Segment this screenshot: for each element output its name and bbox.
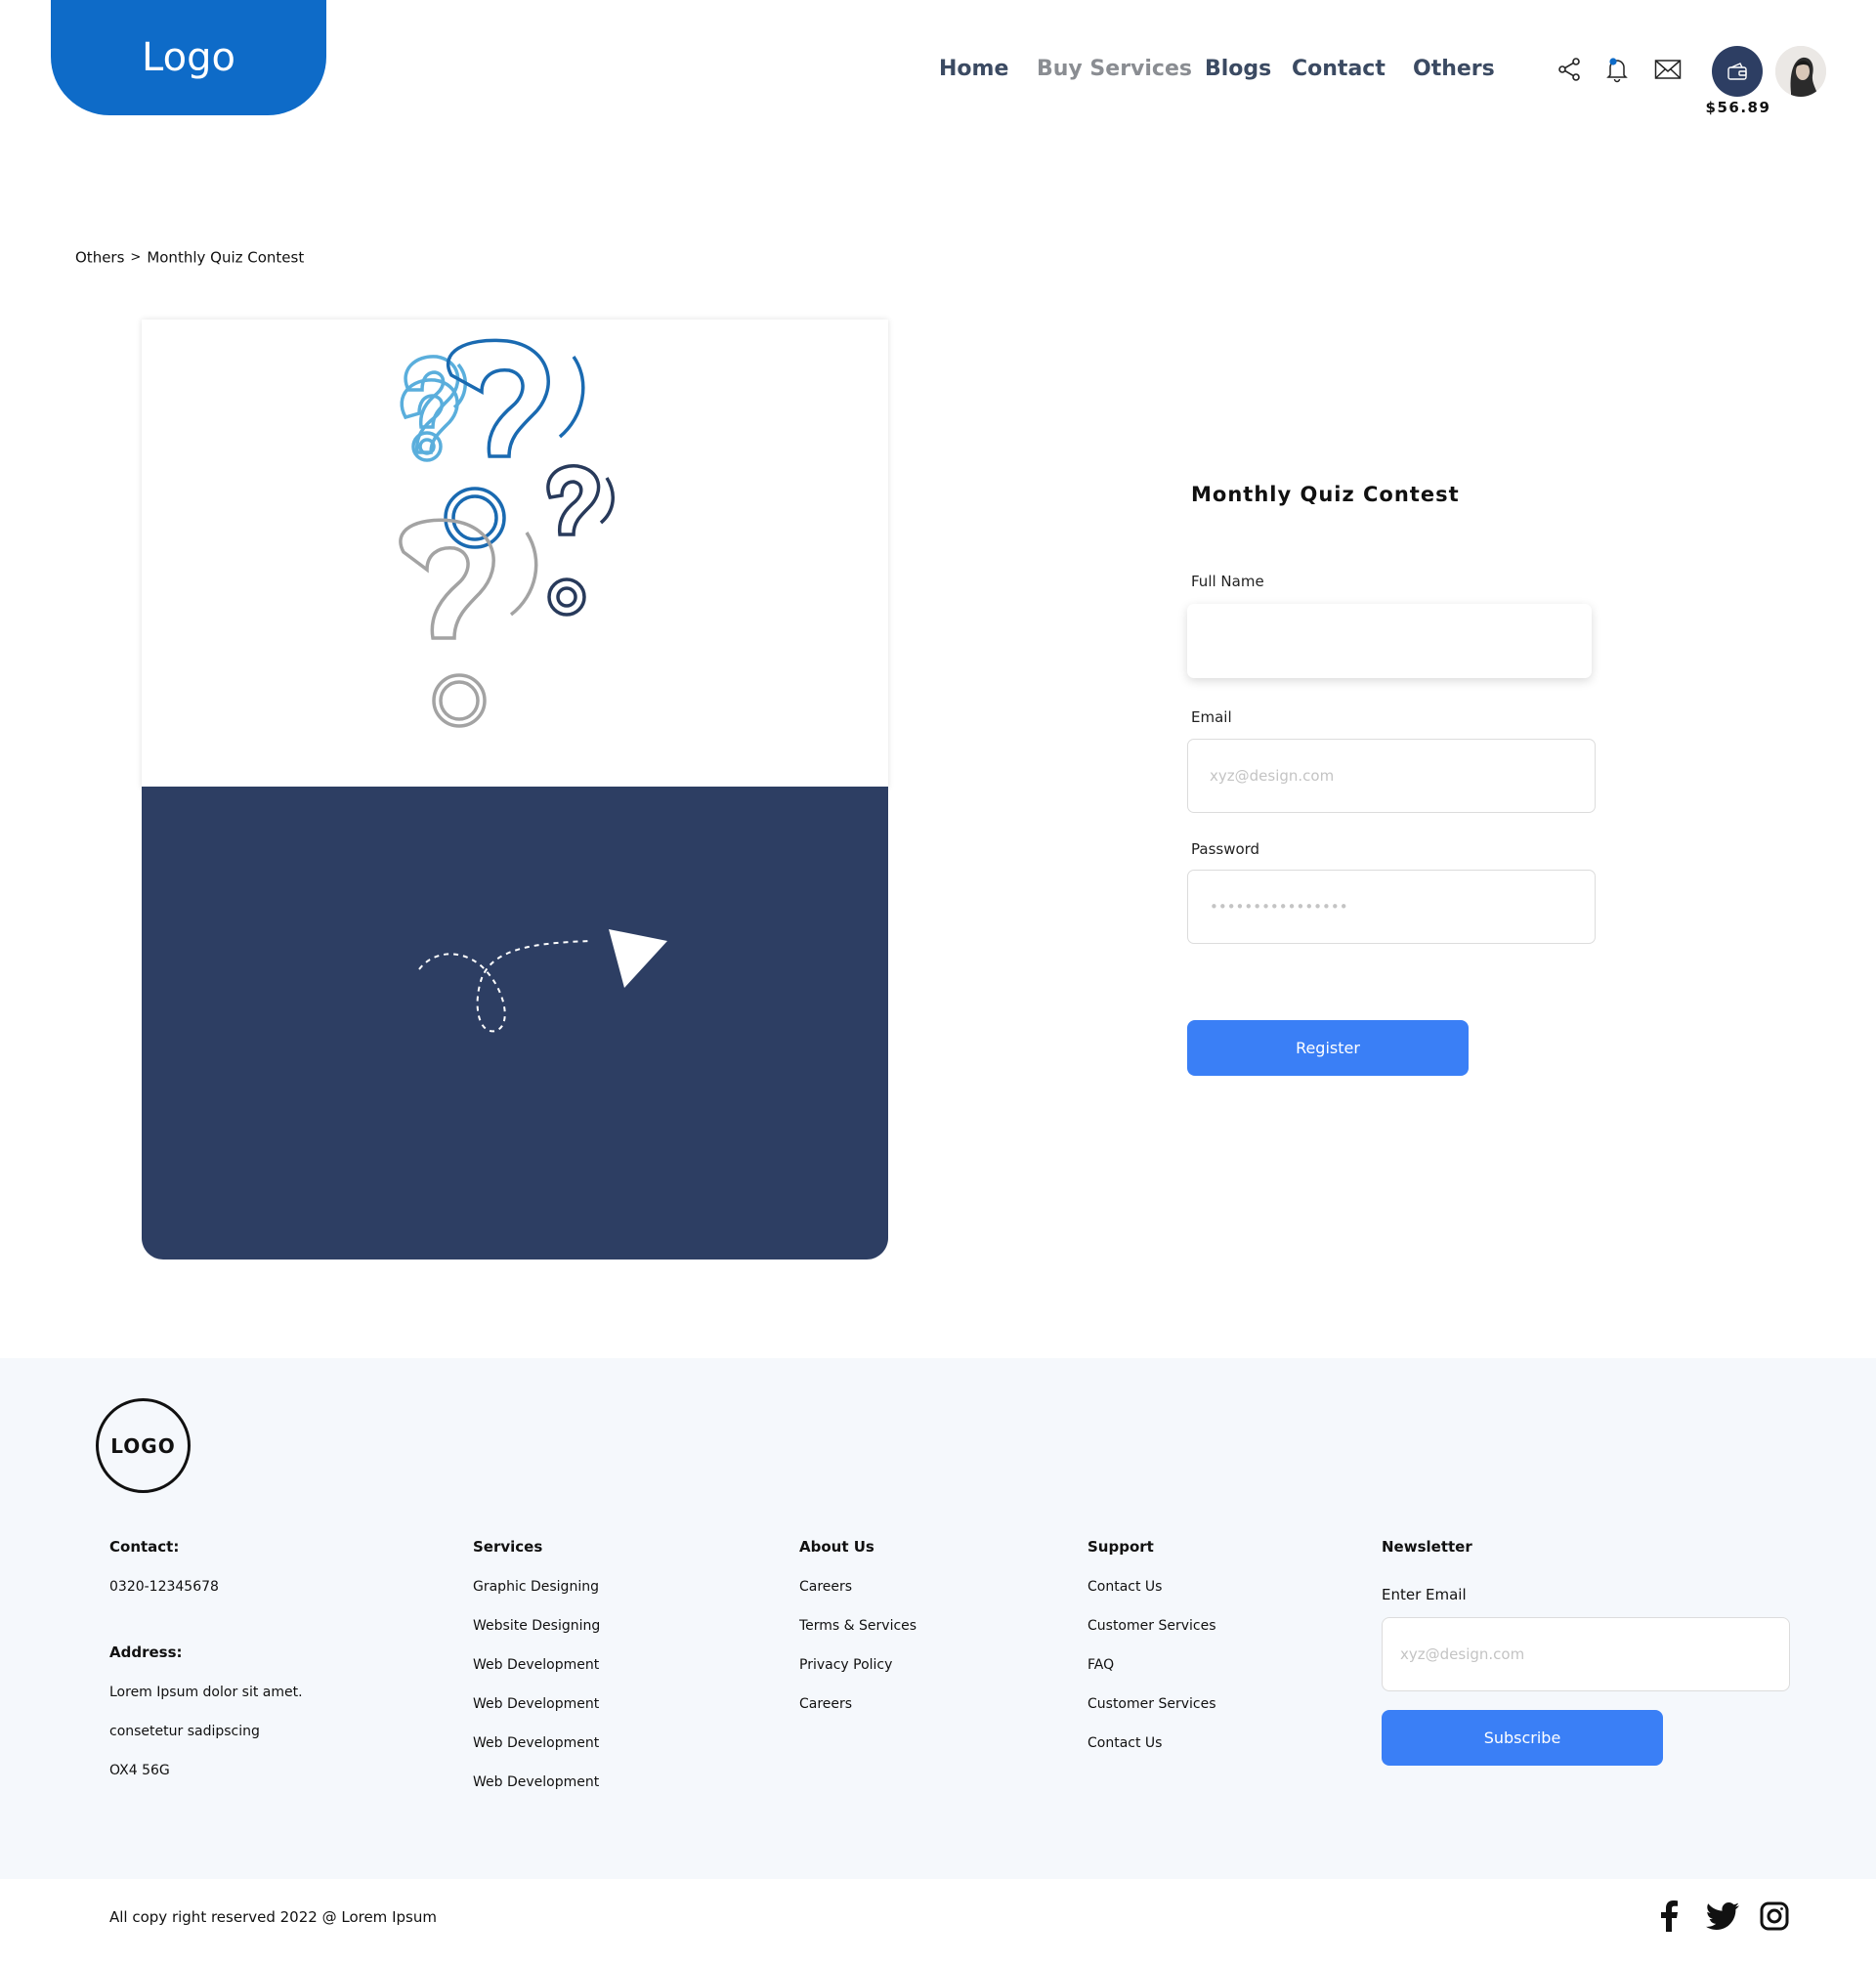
- nav-contact[interactable]: Contact: [1292, 57, 1386, 81]
- newsletter-email-field[interactable]: [1382, 1617, 1790, 1691]
- breadcrumb-item-current: Monthly Quiz Contest: [147, 248, 305, 267]
- nav-home[interactable]: Home: [939, 57, 1008, 81]
- header-logo[interactable]: Logo: [51, 0, 326, 115]
- wallet-balance: $56.89: [1705, 99, 1771, 116]
- contact-phone[interactable]: 0320-12345678: [109, 1578, 303, 1617]
- nav-buy-services[interactable]: Buy Services: [1037, 57, 1192, 81]
- newsletter-title: Newsletter: [1382, 1538, 1472, 1556]
- register-button[interactable]: Register: [1187, 1020, 1469, 1076]
- copyright-text: All copy right reserved 2022 @ Lorem Ips…: [109, 1908, 437, 1926]
- subscribe-button[interactable]: Subscribe: [1382, 1710, 1663, 1766]
- bell-icon[interactable]: [1602, 55, 1632, 84]
- services-link[interactable]: Web Development: [473, 1657, 599, 1673]
- services-link[interactable]: Web Development: [473, 1735, 599, 1751]
- password-label: Password: [1191, 840, 1260, 858]
- nav-blogs[interactable]: Blogs: [1205, 57, 1271, 81]
- contact-title: Contact:: [109, 1538, 180, 1556]
- password-field[interactable]: [1187, 870, 1596, 944]
- address-line: OX4 56G: [109, 1763, 170, 1778]
- about-link[interactable]: Privacy Policy: [799, 1657, 892, 1673]
- email-label: Email: [1191, 708, 1232, 726]
- breadcrumb: Others > Monthly Quiz Contest: [75, 248, 304, 267]
- services-link[interactable]: Graphic Designing: [473, 1579, 599, 1595]
- footer-services: Services Graphic Designing Website Desig…: [473, 1538, 600, 1813]
- services-link[interactable]: Web Development: [473, 1774, 599, 1790]
- nav-others[interactable]: Others: [1413, 57, 1495, 81]
- email-field[interactable]: [1187, 739, 1596, 813]
- card-dark-panel: [142, 787, 888, 1260]
- breadcrumb-separator: >: [130, 250, 142, 265]
- address-line: consetetur sadipscing: [109, 1724, 260, 1739]
- full-name-field[interactable]: [1187, 604, 1592, 678]
- quiz-illustration-card: [142, 320, 888, 1260]
- notification-dot: [1609, 58, 1617, 65]
- mail-icon[interactable]: [1653, 55, 1683, 84]
- footer-bottom-bar: All copy right reserved 2022 @ Lorem Ips…: [0, 1879, 1876, 1964]
- about-title: About Us: [799, 1538, 874, 1556]
- footer-logo[interactable]: LOGO: [96, 1398, 191, 1493]
- question-marks-illustration: [399, 338, 615, 728]
- services-link[interactable]: Website Designing: [473, 1618, 600, 1634]
- support-link[interactable]: Customer Services: [1087, 1618, 1216, 1634]
- full-name-label: Full Name: [1191, 573, 1264, 590]
- twitter-icon[interactable]: [1705, 1899, 1740, 1934]
- footer-newsletter: Newsletter: [1382, 1538, 1472, 1578]
- card-image-area: [142, 320, 888, 789]
- footer-support: Support Contact Us Customer Services FAQ…: [1087, 1538, 1216, 1773]
- support-link[interactable]: Customer Services: [1087, 1696, 1216, 1712]
- about-link[interactable]: Careers: [799, 1696, 852, 1712]
- about-link[interactable]: Careers: [799, 1579, 852, 1595]
- support-link[interactable]: Contact Us: [1087, 1579, 1162, 1595]
- services-title: Services: [473, 1538, 543, 1556]
- breadcrumb-item-others[interactable]: Others: [75, 249, 124, 267]
- footer-logo-text: LOGO: [110, 1433, 176, 1458]
- instagram-icon[interactable]: [1757, 1899, 1792, 1934]
- logo-text: Logo: [142, 35, 235, 80]
- footer-contact: Contact: 0320-12345678 Address: Lorem Ip…: [109, 1538, 303, 1801]
- footer: LOGO Contact: 0320-12345678 Address: Lor…: [0, 1358, 1876, 1879]
- support-title: Support: [1087, 1538, 1154, 1556]
- support-link[interactable]: Contact Us: [1087, 1735, 1162, 1751]
- facebook-icon[interactable]: [1651, 1899, 1686, 1934]
- address-line: Lorem Ipsum dolor sit amet.: [109, 1685, 303, 1700]
- form-title: Monthly Quiz Contest: [1191, 483, 1460, 506]
- support-link[interactable]: FAQ: [1087, 1657, 1114, 1673]
- wallet-icon: [1727, 63, 1747, 80]
- address-title: Address:: [109, 1644, 183, 1661]
- about-link[interactable]: Terms & Services: [799, 1618, 917, 1634]
- services-link[interactable]: Web Development: [473, 1696, 599, 1712]
- newsletter-email-label: Enter Email: [1382, 1586, 1467, 1603]
- footer-about: About Us Careers Terms & Services Privac…: [799, 1538, 917, 1734]
- wallet-button[interactable]: [1712, 46, 1763, 97]
- avatar[interactable]: [1775, 46, 1826, 97]
- share-icon[interactable]: [1555, 55, 1584, 84]
- paper-plane-icon: [418, 929, 667, 1033]
